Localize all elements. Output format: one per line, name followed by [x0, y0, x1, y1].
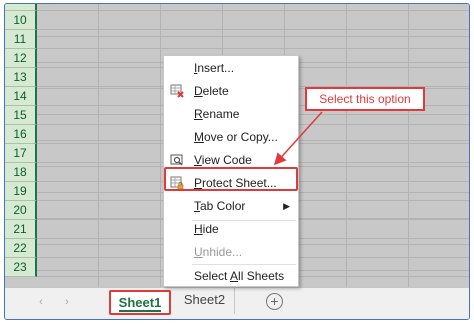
menu-item-hide[interactable]: Hide: [164, 218, 298, 240]
row-header[interactable]: 11: [5, 30, 37, 49]
menu-item-label: Hide: [194, 222, 219, 236]
chevron-right-icon: ▶: [283, 201, 290, 211]
delete-sheet-icon: [170, 84, 184, 98]
view-code-icon: [170, 154, 183, 166]
plus-circle-icon[interactable]: +: [266, 293, 283, 310]
row-header[interactable]: 18: [5, 163, 37, 182]
sheet-tab-sheet1[interactable]: Sheet1: [109, 290, 171, 315]
annotation-callout: Select this option: [305, 87, 425, 111]
menu-item-label: Tab Color: [194, 199, 246, 213]
row-header[interactable]: 21: [5, 220, 37, 239]
row-header[interactable]: 14: [5, 87, 37, 106]
row-header[interactable]: 22: [5, 239, 37, 258]
row-header[interactable]: 20: [5, 201, 37, 220]
row-headers: 10 11 12 13 14 15 16 17 18 19 20 21 22 2…: [5, 4, 37, 277]
row-header-partial: [5, 4, 37, 11]
menu-item-unhide: Unhide...: [164, 241, 298, 263]
row-header[interactable]: 16: [5, 125, 37, 144]
menu-item-label: Rename: [194, 107, 240, 121]
menu-item-delete[interactable]: Delete: [164, 80, 298, 102]
menu-item-label: Move or Copy...: [194, 130, 278, 144]
menu-item-tab-color[interactable]: Tab Color ▶: [164, 195, 298, 217]
menu-item-insert[interactable]: Insert...: [164, 57, 298, 79]
menu-item-label: Delete: [194, 84, 229, 98]
row-header[interactable]: 15: [5, 106, 37, 125]
next-sheet-arrow[interactable]: ›: [61, 296, 73, 308]
row-header[interactable]: 23: [5, 258, 37, 277]
prev-sheet-arrow[interactable]: ‹: [35, 296, 47, 308]
menu-item-label: Unhide...: [194, 245, 243, 259]
menu-item-label: Insert...: [194, 61, 235, 75]
protect-sheet-highlight: [164, 167, 298, 191]
sheet-tab-sheet2[interactable]: Sheet2: [175, 288, 235, 314]
menu-item-label: Select All Sheets: [194, 269, 285, 283]
row-header[interactable]: 13: [5, 68, 37, 87]
menu-item-rename[interactable]: Rename: [164, 103, 298, 125]
menu-item-move-or-copy[interactable]: Move or Copy...: [164, 126, 298, 148]
sheet-tab-bar: ‹ › Sheet1 Sheet2 +: [5, 287, 469, 319]
menu-item-select-all-sheets[interactable]: Select All Sheets: [164, 265, 298, 287]
row-header[interactable]: 19: [5, 182, 37, 201]
row-header[interactable]: 17: [5, 144, 37, 163]
row-header[interactable]: 12: [5, 49, 37, 68]
row-header[interactable]: 10: [5, 11, 37, 30]
